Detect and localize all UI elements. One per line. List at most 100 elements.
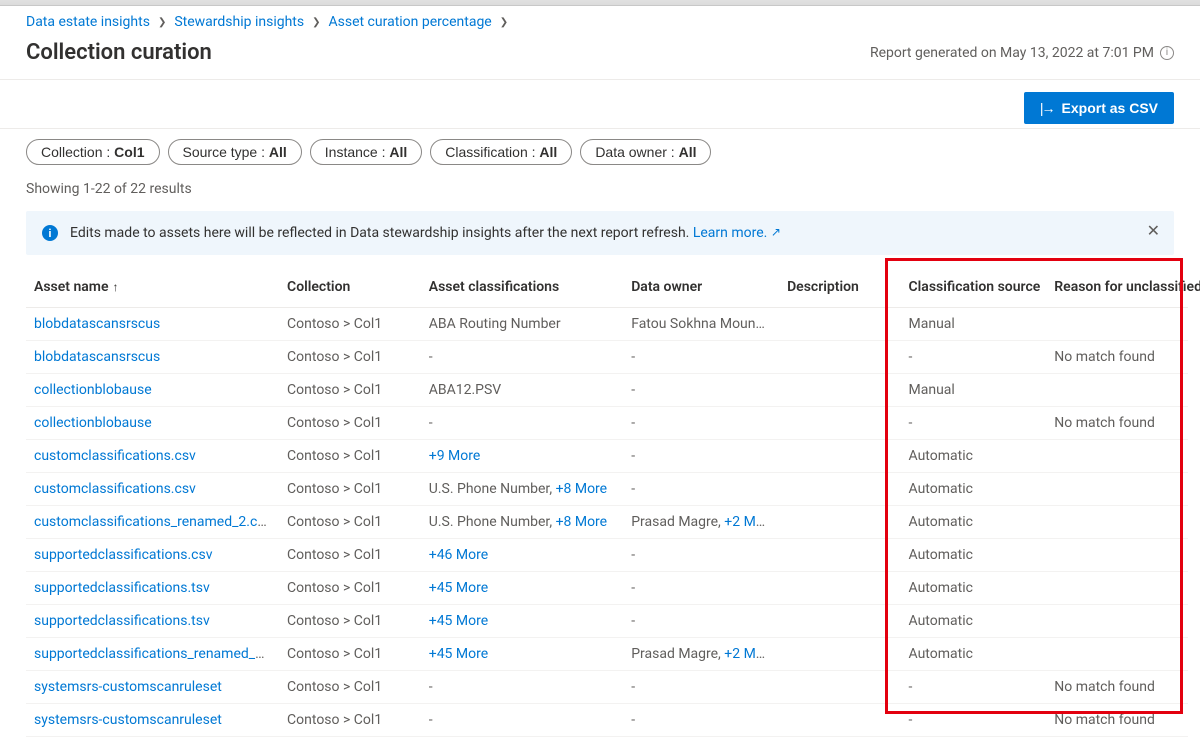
col-header-asset[interactable]: Asset name↑ (26, 267, 279, 308)
filter-data-owner[interactable]: Data owner : All (580, 139, 711, 165)
asset-link[interactable]: systemsrs-customscanruleset (34, 712, 222, 728)
breadcrumb-item-0[interactable]: Data estate insights (26, 14, 150, 30)
cell-description (779, 407, 900, 440)
cell-reason (1046, 308, 1188, 341)
asset-link[interactable]: collectionblobause (34, 415, 152, 431)
more-classifications-link[interactable]: +45 More (429, 580, 488, 596)
export-csv-button[interactable]: |→ Export as CSV (1024, 92, 1174, 124)
asset-link[interactable]: customclassifications.csv (34, 481, 196, 497)
filter-collection[interactable]: Collection : Col1 (26, 139, 160, 165)
breadcrumb-item-2[interactable]: Asset curation percentage (329, 14, 492, 30)
asset-link[interactable]: systemsrs-customscanruleset (34, 679, 222, 695)
cell-description (779, 572, 900, 605)
breadcrumb-item-1[interactable]: Stewardship insights (174, 14, 304, 30)
more-classifications-link[interactable]: +8 More (556, 481, 608, 497)
cell-collection: Contoso > Col1 (279, 407, 421, 440)
cell-asset: systemsrs-customscanruleset (26, 704, 279, 737)
cell-classifications: - (421, 341, 623, 374)
more-classifications-link[interactable]: +45 More (429, 646, 488, 662)
cell-classifications: - (421, 407, 623, 440)
cell-reason: No match found (1046, 341, 1188, 374)
cell-description (779, 440, 900, 473)
asset-link[interactable]: supportedclassifications.tsv (34, 613, 210, 629)
cell-classification-source: Automatic (901, 473, 1047, 506)
table-row: customclassifications.csvContoso > Col1+… (26, 440, 1188, 473)
chevron-right-icon: ❯ (500, 17, 508, 28)
asset-link[interactable]: collectionblobause (34, 382, 152, 398)
more-owners-link[interactable]: +2 More (724, 514, 776, 530)
cell-asset: customclassifications.csv (26, 473, 279, 506)
asset-link[interactable]: supportedclassifications.csv (34, 547, 213, 563)
cell-reason (1046, 539, 1188, 572)
col-header-description[interactable]: Description (779, 267, 900, 308)
export-icon: |→ (1040, 100, 1054, 116)
cell-asset: collectionblobause (26, 407, 279, 440)
breadcrumb: Data estate insights ❯ Stewardship insig… (0, 6, 1200, 30)
cell-classifications: - (421, 671, 623, 704)
col-header-classifications[interactable]: Asset classifications (421, 267, 623, 308)
cell-owner: - (623, 704, 779, 737)
more-owners-link[interactable]: +2 More (724, 646, 776, 662)
cell-owner: - (623, 671, 779, 704)
filter-classification[interactable]: Classification : All (430, 139, 572, 165)
filter-source-type[interactable]: Source type : All (168, 139, 302, 165)
cell-classifications: +45 More (421, 572, 623, 605)
filter-instance[interactable]: Instance : All (310, 139, 422, 165)
cell-reason: No match found (1046, 671, 1188, 704)
cell-collection: Contoso > Col1 (279, 473, 421, 506)
col-header-owner[interactable]: Data owner (623, 267, 779, 308)
info-icon[interactable]: i (1160, 46, 1174, 60)
cell-asset: systemsrs-customscanruleset (26, 671, 279, 704)
close-icon[interactable]: ✕ (1147, 223, 1160, 239)
cell-reason: No match found (1046, 704, 1188, 737)
cell-collection: Contoso > Col1 (279, 341, 421, 374)
cell-asset: supportedclassifications.tsv (26, 605, 279, 638)
cell-owner: Prasad Magre, +2 More (623, 506, 779, 539)
cell-collection: Contoso > Col1 (279, 572, 421, 605)
cell-description (779, 704, 900, 737)
table-row: supportedclassifications.tsvContoso > Co… (26, 605, 1188, 638)
cell-owner: - (623, 440, 779, 473)
page-title: Collection curation (26, 40, 212, 65)
col-header-classification-source[interactable]: Classification source (901, 267, 1047, 308)
asset-link[interactable]: blobdatascansrscus (34, 349, 160, 365)
asset-link[interactable]: supportedclassifications.tsv (34, 580, 210, 596)
result-count: Showing 1-22 of 22 results (0, 173, 1200, 207)
more-classifications-link[interactable]: +46 More (429, 547, 488, 563)
asset-link[interactable]: supportedclassifications_renamed_2.tsv (34, 646, 279, 662)
report-generated-label: Report generated on May 13, 2022 at 7:01… (870, 45, 1154, 61)
cell-classifications: +45 More (421, 638, 623, 671)
cell-classification-source: Automatic (901, 605, 1047, 638)
more-classifications-link[interactable]: +9 More (429, 448, 481, 464)
asset-link[interactable]: customclassifications_renamed_2.csv (34, 514, 271, 530)
cell-classification-source: Manual (901, 308, 1047, 341)
asset-link[interactable]: blobdatascansrscus (34, 316, 160, 332)
more-classifications-link[interactable]: +8 More (556, 514, 608, 530)
cell-asset: customclassifications.csv (26, 440, 279, 473)
col-header-collection[interactable]: Collection (279, 267, 421, 308)
cell-description (779, 341, 900, 374)
cell-classification-source: Manual (901, 374, 1047, 407)
col-header-reason-unclassified[interactable]: Reason for unclassified (1046, 267, 1188, 308)
more-classifications-link[interactable]: +45 More (429, 613, 488, 629)
cell-classifications: ABA12.PSV (421, 374, 623, 407)
learn-more-link[interactable]: Learn more. ↗ (693, 225, 781, 241)
cell-description (779, 638, 900, 671)
cell-classifications: ABA Routing Number (421, 308, 623, 341)
cell-owner: - (623, 605, 779, 638)
cell-reason: No match found (1046, 407, 1188, 440)
table-row: blobdatascansrscusContoso > Col1ABA Rout… (26, 308, 1188, 341)
cell-classifications: U.S. Phone Number, +8 More (421, 506, 623, 539)
cell-description (779, 308, 900, 341)
cell-reason (1046, 374, 1188, 407)
table-row: collectionblobauseContoso > Col1---No ma… (26, 407, 1188, 440)
cell-collection: Contoso > Col1 (279, 638, 421, 671)
cell-owner: - (623, 374, 779, 407)
cell-reason (1046, 473, 1188, 506)
asset-link[interactable]: customclassifications.csv (34, 448, 196, 464)
cell-asset: supportedclassifications.tsv (26, 572, 279, 605)
cell-description (779, 605, 900, 638)
cell-collection: Contoso > Col1 (279, 506, 421, 539)
cell-asset: supportedclassifications.csv (26, 539, 279, 572)
cell-reason (1046, 506, 1188, 539)
